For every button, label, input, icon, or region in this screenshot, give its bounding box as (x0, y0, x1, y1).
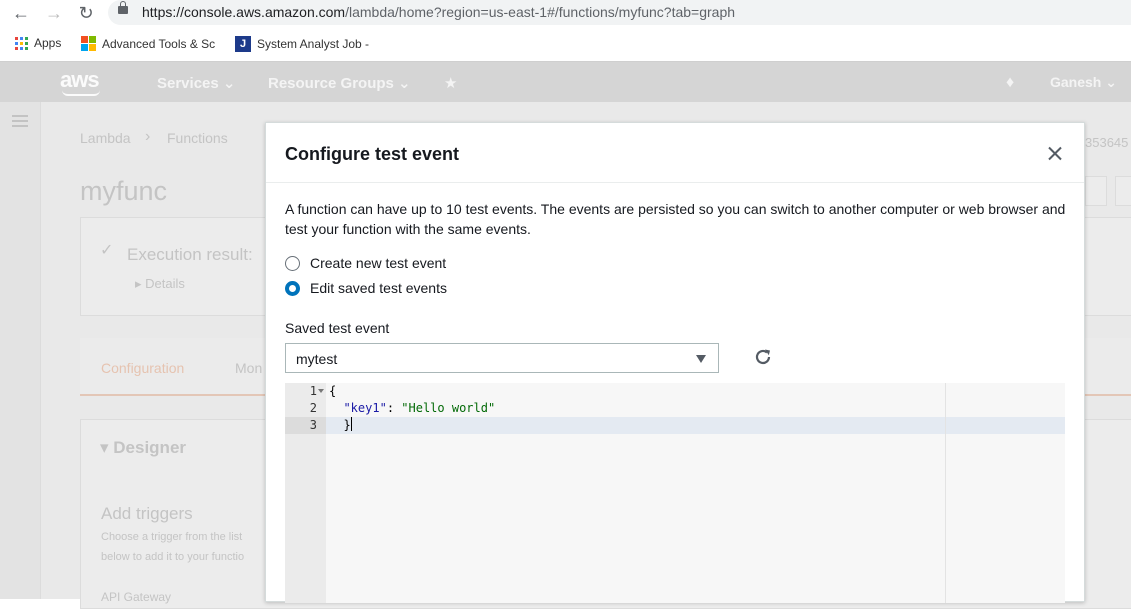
fold-arrow-icon[interactable] (318, 389, 324, 393)
resource-groups-label: Resource Groups (268, 75, 394, 92)
resource-groups-menu[interactable]: Resource Groups ⌄ (268, 74, 411, 92)
radio-create-label: Create new test event (310, 255, 447, 271)
api-gateway-trigger[interactable]: API Gateway (101, 590, 171, 604)
code-line-3: } (329, 417, 352, 434)
bookmark-label: System Analyst Job - (257, 37, 370, 51)
details-toggle[interactable]: ▸ Details (135, 276, 185, 292)
apps-grid-icon (15, 36, 28, 50)
tab-configuration[interactable]: Configuration (101, 360, 184, 376)
modal-title: Configure test event (285, 144, 460, 164)
refresh-icon[interactable] (753, 347, 773, 367)
radio-edit-label: Edit saved test events (310, 280, 447, 296)
print-margin (945, 383, 946, 603)
active-line-highlight (326, 417, 1065, 434)
close-icon[interactable] (1044, 143, 1066, 165)
lock-icon (118, 1, 128, 14)
json-key: "key1" (343, 401, 387, 415)
pin-icon[interactable]: ★ (444, 74, 457, 92)
bookmark-label: Advanced Tools & Sc (102, 36, 216, 51)
test-button[interactable] (1115, 176, 1131, 206)
url-text: https://console.aws.amazon.com/lambda/ho… (142, 4, 735, 20)
details-label: Details (145, 276, 185, 291)
code-line-2: "key1": "Hello world" (329, 400, 495, 417)
user-name: Ganesh (1050, 74, 1102, 90)
chevron-down-icon: ⌄ (398, 75, 411, 92)
bell-icon[interactable]: ♦ (1006, 74, 1014, 92)
modal-header: Configure test event (266, 123, 1084, 183)
function-name: myfunc (80, 176, 168, 206)
aws-smile-icon (62, 90, 100, 96)
code-line-1: { (329, 383, 336, 400)
actions-dropdown[interactable] (1085, 176, 1107, 206)
chevron-down-icon: ⌄ (1105, 74, 1117, 90)
json-separator: : (386, 401, 402, 415)
add-triggers-desc-1: Choose a trigger from the list (101, 531, 243, 543)
url-path: /lambda/home?region=us-east-1#/functions… (345, 4, 736, 20)
json-string-value: "Hello world" (401, 401, 496, 415)
editor-gutter: 1 2 3 (285, 383, 326, 603)
bookmark-apps[interactable]: Apps (15, 36, 61, 50)
radio-create-new[interactable]: Create new test event (285, 255, 446, 271)
left-rail (0, 102, 41, 599)
breadcrumb-separator-icon: › (145, 128, 151, 145)
caret-down-icon (696, 355, 706, 363)
saved-test-event-select[interactable]: mytest (285, 343, 719, 373)
forward-arrow-icon[interactable]: → (43, 2, 65, 24)
check-circle-icon: ✓ (100, 242, 114, 259)
browser-toolbar: ← → ↻ https://console.aws.amazon.com/lam… (0, 0, 1131, 26)
hamburger-menu-icon[interactable] (12, 115, 28, 127)
modal-description: A function can have up to 10 test events… (285, 201, 1066, 237)
bookmark-advanced-tools[interactable]: Advanced Tools & Sc (81, 36, 215, 51)
url-host: https://console.aws.amazon.com (142, 4, 346, 20)
address-bar[interactable]: https://console.aws.amazon.com/lambda/ho… (108, 0, 1131, 25)
text-cursor (350, 417, 352, 431)
designer-label: Designer (113, 438, 187, 457)
radio-button[interactable] (285, 255, 300, 271)
microsoft-logo-icon (81, 36, 96, 51)
tab-monitoring[interactable]: Mon (235, 360, 262, 376)
line-number: 1 (309, 384, 317, 398)
user-menu[interactable]: Ganesh ⌄ (1050, 74, 1117, 91)
saved-test-event-label: Saved test event (285, 320, 390, 336)
radio-edit-saved[interactable]: Edit saved test events (285, 280, 447, 296)
services-label: Services (157, 75, 219, 92)
configure-test-event-modal: Configure test event A function can have… (265, 122, 1085, 603)
execution-result-label: Execution result: (127, 245, 253, 264)
select-value: mytest (296, 351, 338, 367)
reload-icon[interactable]: ↻ (75, 2, 97, 24)
designer-heading[interactable]: ▾ Designer (100, 438, 186, 458)
line-number: 3 (309, 418, 317, 432)
bookmark-system-analyst[interactable]: J System Analyst Job - (235, 36, 369, 52)
line-number: 2 (309, 401, 317, 415)
breadcrumb-lambda[interactable]: Lambda (80, 130, 131, 146)
open-brace: { (329, 384, 337, 398)
chevron-down-icon: ⌄ (222, 75, 236, 92)
bookmarks-bar: Apps Advanced Tools & Sc J System Analys… (0, 30, 1131, 58)
json-code-editor[interactable]: 1 2 3 { "key1": "Hello world" } (285, 383, 1065, 603)
add-triggers-desc-2: below to add it to your functio (101, 551, 245, 563)
back-arrow-icon[interactable]: ← (10, 2, 32, 24)
arn-fragment: 353645 (1085, 135, 1129, 150)
j-logo-icon: J (235, 36, 251, 52)
radio-button-checked[interactable] (285, 280, 300, 296)
close-brace: } (343, 418, 351, 432)
services-menu[interactable]: Services ⌄ (157, 74, 235, 92)
bookmark-label: Apps (34, 36, 62, 50)
aws-top-nav: aws Services ⌄ Resource Groups ⌄ ★ ♦ Gan… (0, 61, 1131, 102)
add-triggers-heading: Add triggers (101, 504, 193, 523)
breadcrumb-functions[interactable]: Functions (167, 130, 228, 146)
